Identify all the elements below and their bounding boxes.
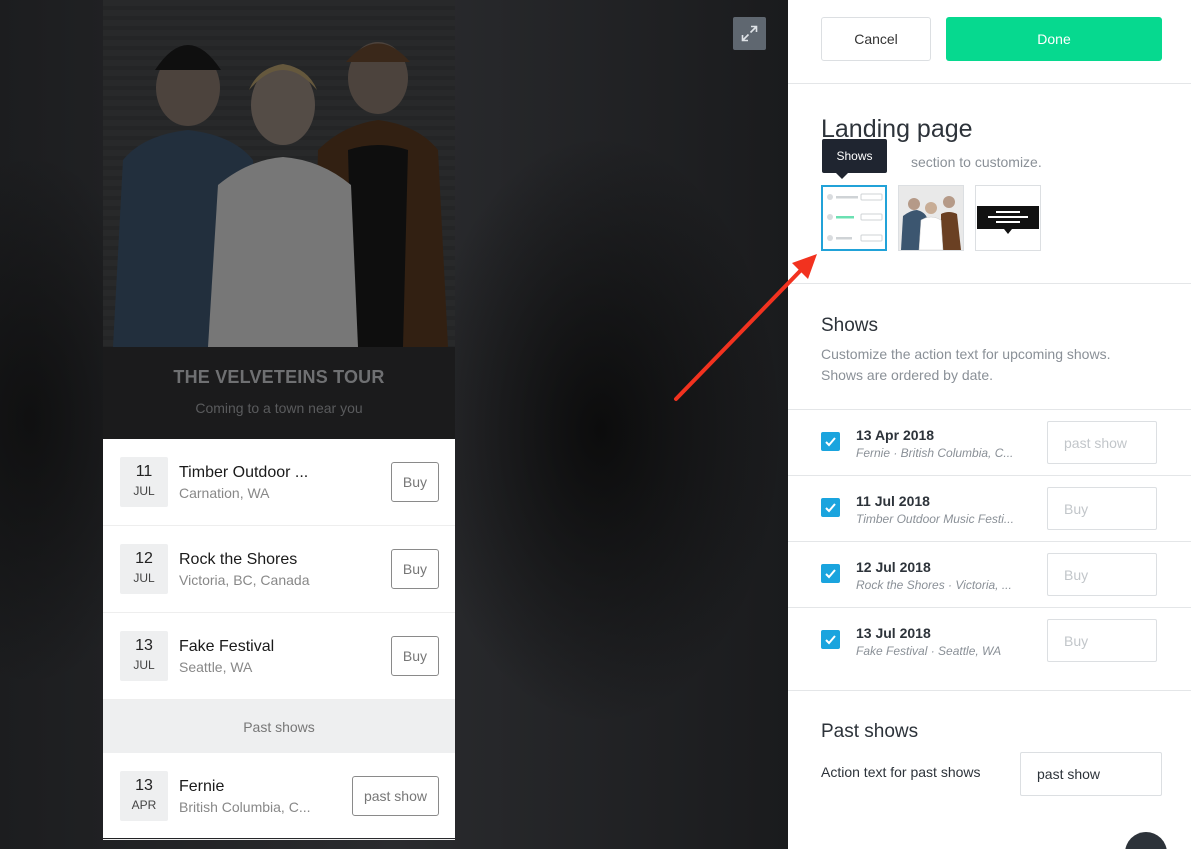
date-badge: 12 JUL — [120, 544, 168, 594]
tour-title: THE VELVETEINS TOUR — [173, 367, 385, 387]
date-badge: 13 JUL — [120, 631, 168, 681]
section-thumb-shows[interactable] — [821, 185, 887, 251]
section-thumb-photo[interactable] — [898, 185, 964, 251]
date-badge: 13 APR — [120, 771, 168, 821]
date-day: 13 — [135, 777, 153, 794]
date-day: 11 — [135, 463, 153, 480]
tooltip: Shows — [822, 139, 887, 179]
section-thumb-banner[interactable] — [975, 185, 1041, 251]
checkmark-icon — [825, 503, 836, 513]
banner-icon — [977, 206, 1039, 234]
hero-image — [103, 0, 455, 347]
panel-header: Cancel Done — [788, 0, 1191, 84]
show-name: Rock the Shores — [179, 550, 298, 568]
show-venue: Fake Festival · Seattle, WA — [856, 644, 1002, 658]
action-text-input[interactable] — [1047, 487, 1157, 530]
action-text-input[interactable] — [1047, 619, 1157, 662]
date-month: JUL — [133, 658, 155, 672]
show-name: Timber Outdoor ... — [179, 463, 309, 481]
settings-panel: Cancel Done Landing page section to cust… — [788, 0, 1191, 849]
show-name: Fernie — [179, 777, 225, 795]
checkmark-icon — [825, 437, 836, 447]
date-day: 12 — [135, 550, 153, 567]
date-badge: 11 JUL — [120, 457, 168, 507]
show-date: 13 Apr 2018 — [856, 427, 935, 443]
show-checkbox[interactable] — [821, 498, 840, 517]
cancel-button[interactable]: Cancel — [821, 17, 931, 61]
shows-desc-line: Customize the action text for upcoming s… — [821, 346, 1111, 362]
buy-button[interactable]: Buy — [390, 549, 439, 589]
show-settings-row: 13 Jul 2018 Fake Festival · Seattle, WA — [788, 607, 1191, 673]
past-shows-input[interactable] — [1020, 752, 1162, 796]
shows-desc-line: Shows are ordered by date. — [821, 367, 993, 383]
show-row: 11 JUL Timber Outdoor ... Carnation, WA … — [103, 439, 455, 526]
checkmark-icon — [825, 635, 836, 645]
show-row: 12 JUL Rock the Shores Victoria, BC, Can… — [103, 526, 455, 613]
show-checkbox[interactable] — [821, 630, 840, 649]
show-settings-row: 11 Jul 2018 Timber Outdoor Music Festi..… — [788, 475, 1191, 541]
past-shows-label: Action text for past shows — [821, 764, 981, 780]
shows-section-desc: Customize the action text for upcoming s… — [821, 344, 1171, 386]
show-location: Victoria, BC, Canada — [179, 571, 310, 588]
buy-button[interactable]: Buy — [390, 462, 439, 502]
past-shows-title: Past shows — [821, 721, 919, 742]
show-venue: Rock the Shores · Victoria, ... — [856, 578, 1012, 592]
show-date: 13 Jul 2018 — [856, 625, 931, 641]
show-location: Carnation, WA — [179, 484, 270, 501]
action-text-input[interactable] — [1047, 421, 1157, 464]
mobile-preview: THE VELVETEINS TOUR Coming to a town nea… — [103, 0, 455, 840]
show-date: 11 Jul 2018 — [856, 493, 930, 509]
past-show-button[interactable]: past show — [351, 776, 439, 816]
band-photo-icon — [899, 186, 963, 251]
show-location: Seattle, WA — [179, 658, 253, 675]
checkmark-icon — [825, 569, 836, 579]
show-location: British Columbia, C... — [179, 798, 311, 815]
done-button[interactable]: Done — [946, 17, 1162, 61]
tour-subtitle: Coming to a town near you — [195, 400, 363, 416]
show-checkbox[interactable] — [821, 564, 840, 583]
show-row: 13 JUL Fake Festival Seattle, WA Buy — [103, 613, 455, 700]
shows-section-title: Shows — [821, 315, 879, 336]
past-show-row: 13 APR Fernie British Columbia, C... pas… — [103, 753, 455, 840]
show-checkbox[interactable] — [821, 432, 840, 451]
past-shows-section: Past shows Action text for past shows — [788, 690, 1191, 849]
show-settings-row: 12 Jul 2018 Rock the Shores · Victoria, … — [788, 541, 1191, 607]
expand-icon — [741, 25, 758, 42]
show-venue: Timber Outdoor Music Festi... — [856, 512, 1014, 526]
landing-section: Landing page section to customize. Shows — [788, 84, 1191, 284]
date-month: JUL — [133, 571, 155, 585]
buy-button[interactable]: Buy — [390, 636, 439, 676]
shows-list-icon — [827, 193, 883, 242]
show-date: 12 Jul 2018 — [856, 559, 931, 575]
show-venue: Fernie · British Columbia, C... — [856, 446, 1014, 460]
preview-stage: THE VELVETEINS TOUR Coming to a town nea… — [0, 0, 788, 849]
date-day: 13 — [135, 637, 153, 654]
show-name: Fake Festival — [179, 637, 275, 655]
date-month: APR — [131, 798, 157, 812]
hero-banner: THE VELVETEINS TOUR Coming to a town nea… — [103, 347, 455, 439]
past-shows-header: Past shows — [103, 700, 455, 753]
action-text-input[interactable] — [1047, 553, 1157, 596]
landing-subtitle: section to customize. — [911, 154, 1042, 170]
date-month: JUL — [133, 484, 155, 498]
expand-button[interactable] — [733, 17, 766, 50]
landing-subtitle-text: section to customize. — [911, 154, 1042, 170]
show-settings-row: 13 Apr 2018 Fernie · British Columbia, C… — [788, 409, 1191, 475]
